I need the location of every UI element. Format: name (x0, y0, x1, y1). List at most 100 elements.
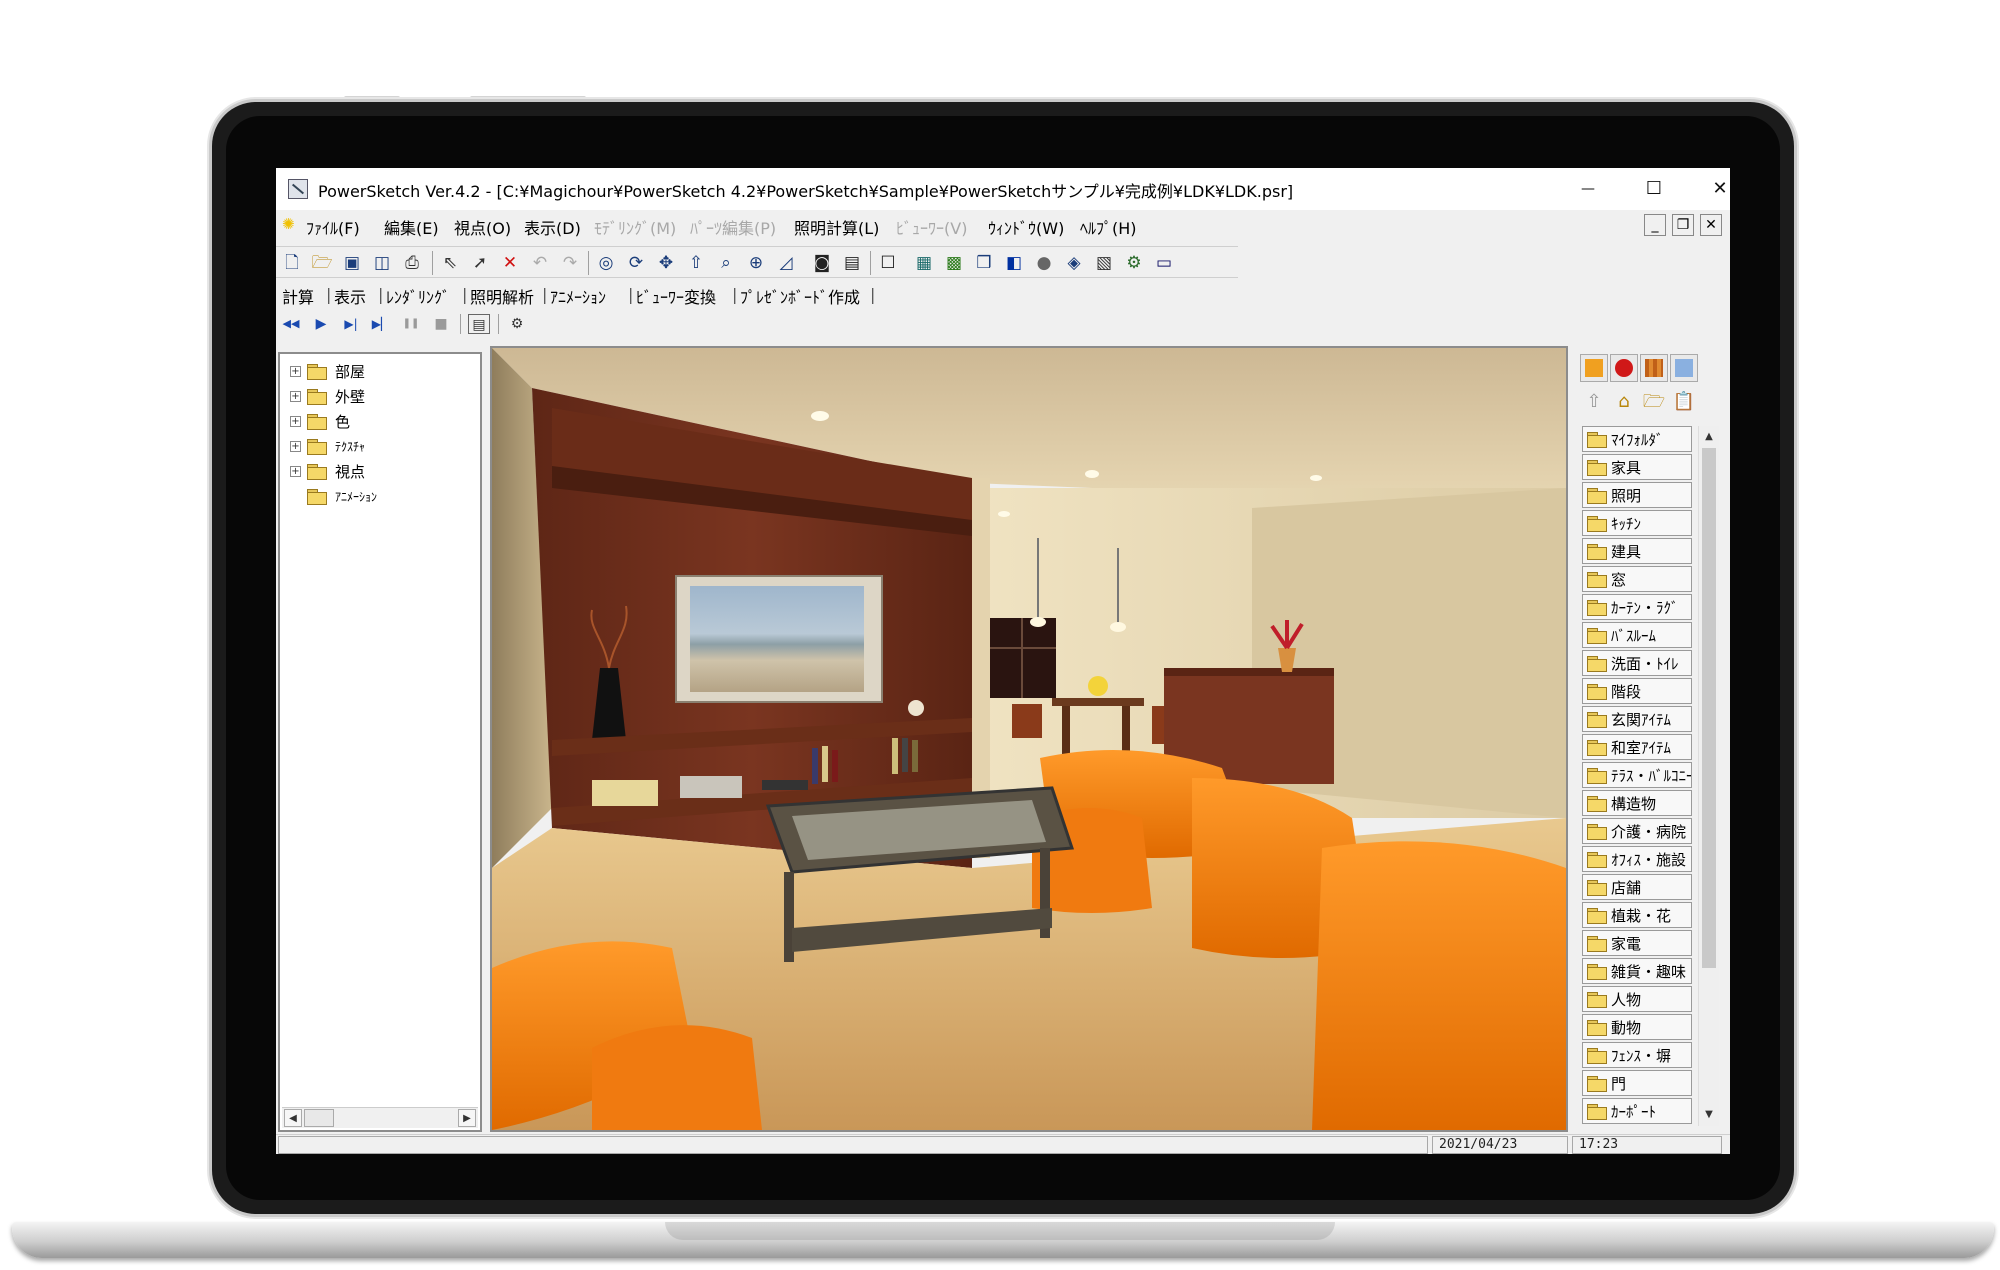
mdi-restore-button[interactable]: ❐ (1672, 214, 1694, 236)
part-folder-item[interactable]: ｷｯﾁﾝ (1582, 510, 1692, 536)
part-folder-item[interactable]: 洗面・ﾄｲﾚ (1582, 650, 1692, 676)
pause-icon[interactable]: ❚❚ (400, 314, 422, 334)
camera-settings-icon[interactable]: ▤ (840, 251, 864, 275)
perspective-icon[interactable]: ◿ (774, 251, 798, 275)
category-material-sphere-icon[interactable] (1610, 354, 1638, 382)
new-file-icon[interactable]: 🗋 (280, 251, 304, 275)
box-icon[interactable]: ▦ (912, 251, 936, 275)
part-folder-item[interactable]: 店舗 (1582, 874, 1692, 900)
clipboard-icon[interactable]: 📋 (1670, 388, 1698, 416)
stop-icon[interactable]: ■ (430, 314, 452, 334)
maximize-button[interactable]: ☐ (1632, 174, 1676, 204)
part-folder-item[interactable]: 和室ｱｲﾃﾑ (1582, 734, 1692, 760)
layer-icon[interactable]: ◧ (1002, 251, 1026, 275)
undo-icon[interactable]: ↶ (528, 251, 552, 275)
tree-item-texture[interactable]: + ﾃｸｽﾁｬ (290, 435, 365, 457)
part-folder-item[interactable]: 玄関ｱｲﾃﾑ (1582, 706, 1692, 732)
part-folder-item[interactable]: 人物 (1582, 986, 1692, 1012)
expand-icon[interactable]: + (290, 365, 301, 377)
play-icon[interactable]: ▶ (310, 314, 332, 334)
tree-item-exterior-wall[interactable]: + 外壁 (290, 385, 365, 407)
tab-rendering[interactable]: ﾚﾝﾀﾞﾘﾝｸﾞ (386, 284, 450, 308)
part-folder-item[interactable]: 家電 (1582, 930, 1692, 956)
part-folder-item[interactable]: 植栽・花 (1582, 902, 1692, 928)
select-arrow-icon[interactable]: ⇖ (438, 251, 462, 275)
expand-icon[interactable]: + (290, 465, 301, 477)
redo-icon[interactable]: ↷ (558, 251, 582, 275)
part-folder-item[interactable]: 階段 (1582, 678, 1692, 704)
window-icon[interactable]: ❒ (972, 251, 996, 275)
scrollbar-thumb[interactable] (304, 1109, 334, 1127)
monitor-icon[interactable]: ▭ (1152, 251, 1176, 275)
tab-viewer-convert[interactable]: ﾋﾞｭｰﾜｰ変換 (636, 284, 716, 308)
tree-item-viewpoint[interactable]: + 視点 (290, 460, 365, 482)
save-icon[interactable]: ▣ (340, 251, 364, 275)
parts-vertical-scrollbar[interactable]: ▲ ▼ (1698, 426, 1719, 1126)
part-folder-item[interactable]: ﾊﾞｽﾙｰﾑ (1582, 622, 1692, 648)
settings-icon[interactable]: ⚙ (1122, 251, 1146, 275)
pan-icon[interactable]: ✥ (654, 251, 678, 275)
menu-lighting-calc[interactable]: 照明計算(L) (794, 215, 879, 239)
minimize-button[interactable]: — (1566, 174, 1610, 204)
mdi-minimize-button[interactable]: _ (1644, 214, 1666, 236)
animation-settings-icon[interactable]: ⚙ (506, 314, 528, 334)
part-folder-item[interactable]: 建具 (1582, 538, 1692, 564)
part-folder-item[interactable]: 門 (1582, 1070, 1692, 1096)
grid-icon[interactable]: ▩ (942, 251, 966, 275)
part-folder-item[interactable]: 照明 (1582, 482, 1692, 508)
orbit-icon[interactable]: ◎ (594, 251, 618, 275)
close-button[interactable]: ✕ (1698, 174, 1730, 204)
move-cross-icon[interactable]: ⊕ (744, 251, 768, 275)
part-folder-item[interactable]: ﾌｪﾝｽ・塀 (1582, 1042, 1692, 1068)
timeline-icon[interactable]: ▤ (468, 314, 490, 334)
menu-edit[interactable]: 編集(E) (384, 215, 439, 239)
part-folder-item[interactable]: ｵﾌｨｽ・施設 (1582, 846, 1692, 872)
tab-display[interactable]: 表示 (334, 284, 366, 308)
tree-item-animation[interactable]: ｱﾆﾒｰｼｮﾝ (290, 485, 377, 507)
app-icon[interactable] (288, 179, 308, 199)
tab-calculate[interactable]: 計算 (282, 284, 314, 308)
open-folder-icon[interactable]: 🗁 (310, 251, 334, 275)
step-forward-icon[interactable]: ▶| (340, 314, 362, 334)
menu-parts-edit[interactable]: ﾊﾟｰﾂ編集(P) (690, 215, 776, 239)
tree-horizontal-scrollbar[interactable]: ◀ ▶ (282, 1107, 478, 1128)
menu-viewer[interactable]: ﾋﾞｭｰﾜｰ(V) (896, 215, 967, 239)
print-icon[interactable]: ⎙ (400, 251, 424, 275)
open-folder-icon[interactable]: 🗁 (1640, 388, 1668, 416)
scrollbar-thumb[interactable] (1702, 448, 1716, 968)
render-viewport[interactable] (490, 346, 1568, 1132)
light-icon[interactable]: ▧ (1092, 251, 1116, 275)
expand-icon[interactable]: + (290, 440, 301, 452)
select-parts-icon[interactable]: ➚ (468, 251, 492, 275)
rotate-view-icon[interactable]: ⟳ (624, 251, 648, 275)
tree-item-color[interactable]: + 色 (290, 410, 350, 432)
menu-modeling[interactable]: ﾓﾃﾞﾘﾝｸﾞ(M) (594, 215, 676, 239)
menu-viewpoint[interactable]: 視点(O) (454, 215, 511, 239)
scroll-left-arrow-icon[interactable]: ◀ (284, 1109, 302, 1127)
part-folder-item[interactable]: 介護・病院 (1582, 818, 1692, 844)
menu-display[interactable]: 表示(D) (524, 215, 581, 239)
scroll-down-arrow-icon[interactable]: ▼ (1700, 1106, 1718, 1124)
frame-icon[interactable]: ☐ (876, 251, 900, 275)
skip-end-icon[interactable]: ▶▏ (370, 314, 392, 334)
tab-presentation-board[interactable]: ﾌﾟﾚｾﾞﾝﾎﾞｰﾄﾞ作成 (740, 284, 860, 308)
save-all-icon[interactable]: ◫ (370, 251, 394, 275)
delete-icon[interactable]: ✕ (498, 251, 522, 275)
tab-lighting-analysis[interactable]: 照明解析 (470, 284, 534, 308)
mdi-close-button[interactable]: ✕ (1700, 214, 1722, 236)
rewind-icon[interactable]: ◀◀ (280, 314, 302, 334)
part-folder-item[interactable]: 動物 (1582, 1014, 1692, 1040)
category-texture-icon[interactable] (1640, 354, 1668, 382)
render-icon[interactable]: ◈ (1062, 251, 1086, 275)
scroll-right-arrow-icon[interactable]: ▶ (458, 1109, 476, 1127)
expand-icon[interactable]: + (290, 415, 301, 427)
sphere-icon[interactable]: ● (1032, 251, 1056, 275)
scroll-up-arrow-icon[interactable]: ▲ (1700, 428, 1718, 446)
part-folder-item[interactable]: ﾏｲﾌｫﾙﾀﾞ (1582, 426, 1692, 452)
menu-file[interactable]: ﾌｧｲﾙ(F) (306, 215, 360, 239)
part-folder-item[interactable]: ｶｰﾎﾟｰﾄ (1582, 1098, 1692, 1124)
part-folder-item[interactable]: 雑貨・趣味 (1582, 958, 1692, 984)
part-folder-item[interactable]: 窓 (1582, 566, 1692, 592)
category-furniture-icon[interactable] (1580, 354, 1608, 382)
part-folder-item[interactable]: ﾃﾗｽ・ﾊﾞﾙｺﾆｰ (1582, 762, 1692, 788)
